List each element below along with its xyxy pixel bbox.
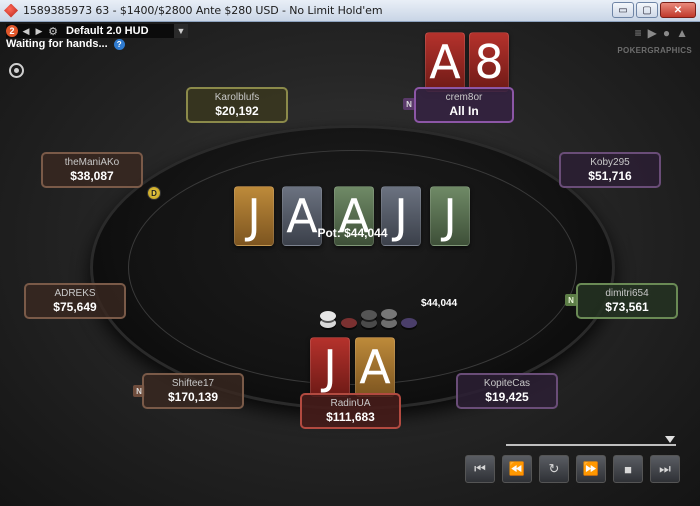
top-right-tools: ≡ ▶ ● ▲ <box>635 26 688 40</box>
seat-koby295[interactable]: Koby295 $51,716 <box>559 152 661 188</box>
chip <box>320 311 336 321</box>
player-name: Koby295 <box>590 157 630 168</box>
player-stack: All In <box>449 104 479 118</box>
chip <box>361 310 377 320</box>
window-controls: ▭ ▢ ✕ <box>612 2 696 18</box>
next-hand-button[interactable]: ⏭ <box>650 455 680 483</box>
pokerstars-logo-icon <box>4 3 18 18</box>
seat-crem8or[interactable]: crem8or All In <box>414 87 514 123</box>
stop-button[interactable]: ■ <box>613 455 643 483</box>
seat-themaniako[interactable]: theManiAKo $38,087 <box>41 152 143 188</box>
seat-kopitecas[interactable]: KopiteCas $19,425 <box>456 373 558 409</box>
seat-dimitri654[interactable]: dimitri654 $73,561 <box>576 283 678 319</box>
hud-prev-icon[interactable]: ◀ <box>21 26 31 37</box>
seat-shiftee17[interactable]: Shiftee17 $170,139 <box>142 373 244 409</box>
player-name: dimitri654 <box>605 288 649 299</box>
board-card: J <box>234 186 274 246</box>
hero-hole-card: A <box>355 337 395 397</box>
player-stack: $170,139 <box>167 390 219 404</box>
chip <box>381 309 397 319</box>
chip <box>401 318 417 328</box>
stack-icon[interactable]: ≡ <box>635 26 642 40</box>
player-stack: $51,716 <box>588 169 632 183</box>
player-name: theManiAKo <box>64 157 120 168</box>
hud-status-text: Waiting for hands... <box>6 38 108 50</box>
player-stack: $38,087 <box>70 169 114 183</box>
replay-controls: ⏮ ⏪ ↻ ⏩ ■ ⏭ <box>465 455 680 483</box>
seat-radinua[interactable]: RadinUA $111,683 <box>300 393 401 429</box>
close-button[interactable]: ✕ <box>660 2 696 18</box>
seat-karolblufs[interactable]: Karolblufs $20,192 <box>186 87 288 123</box>
player-name: crem8or <box>445 92 483 103</box>
target-icon[interactable] <box>9 63 24 78</box>
player-name: Karolblufs <box>214 92 260 103</box>
player-stack: $19,425 <box>485 390 529 404</box>
hud-profile-label[interactable]: Default 2.0 HUD <box>66 25 171 37</box>
fast-forward-button[interactable]: ⏩ <box>576 455 606 483</box>
player-stack: $75,649 <box>53 300 97 314</box>
chip <box>381 318 397 328</box>
player-stack: $111,683 <box>326 410 375 424</box>
board-card: J <box>430 186 470 246</box>
player-name: Shiftee17 <box>171 378 215 389</box>
dealer-button: D <box>147 186 161 200</box>
chip <box>341 318 357 328</box>
player-stack: $73,561 <box>605 300 649 314</box>
player-name: RadinUA <box>330 398 371 409</box>
window-title: 1589385973 63 - $1400/$2800 Ante $280 US… <box>23 4 383 17</box>
hud-count-badge[interactable]: 2 <box>6 25 18 37</box>
maximize-button[interactable]: ▢ <box>636 2 658 18</box>
pot-amount: Pot: $44,044 <box>317 226 388 240</box>
restore-button[interactable]: ▭ <box>612 2 634 18</box>
replay-slider[interactable] <box>506 444 676 446</box>
help-icon[interactable]: ? <box>113 38 125 50</box>
hud-bar: 2 ◀ ▶ ⚙ Default 2.0 HUD ▼ <box>6 24 188 38</box>
replay-slider-knob[interactable] <box>665 436 675 443</box>
play-icon[interactable]: ▶ <box>648 26 657 40</box>
record-icon[interactable]: ● <box>663 26 670 40</box>
player-name: ADREKS <box>54 288 96 299</box>
hud-status: Waiting for hands... ? <box>6 38 125 50</box>
hud-next-icon[interactable]: ▶ <box>34 26 44 37</box>
hud-gear-icon[interactable]: ⚙ <box>47 25 59 38</box>
rewind-button[interactable]: ⏪ <box>502 455 532 483</box>
player-stack: $20,192 <box>215 104 259 118</box>
hole-card: 8 <box>469 32 509 92</box>
replay-button[interactable]: ↻ <box>539 455 569 483</box>
bet-amount: $44,044 <box>421 298 458 309</box>
hud-dropdown-icon[interactable]: ▼ <box>174 24 188 38</box>
seat-adreks[interactable]: ADREKS $75,649 <box>24 283 126 319</box>
window-titlebar: 1589385973 63 - $1400/$2800 Ante $280 US… <box>0 0 700 22</box>
player-name: KopiteCas <box>483 378 531 389</box>
poker-table-area <box>0 22 700 506</box>
pokergraphics-logo: POKERGRAPHICS <box>617 46 692 55</box>
hero-hole-card: J <box>310 337 350 397</box>
previous-hand-button[interactable]: ⏮ <box>465 455 495 483</box>
up-icon[interactable]: ▲ <box>676 26 688 40</box>
hole-card: A <box>425 32 465 92</box>
